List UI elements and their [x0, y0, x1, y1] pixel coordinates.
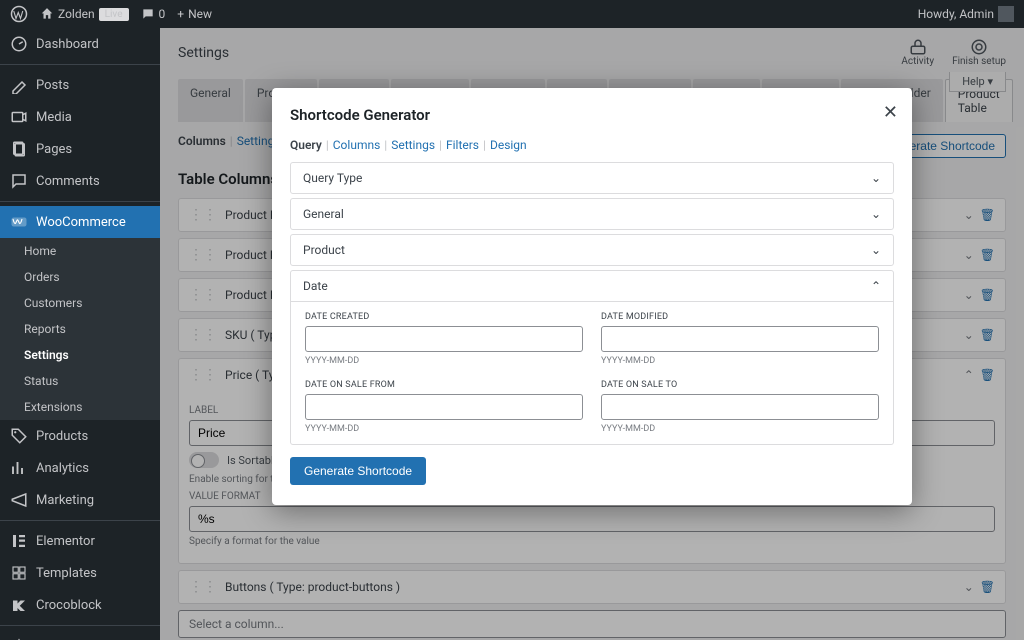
site-link[interactable]: ZoldenLive	[40, 7, 129, 21]
date-sale-to-hint: YYYY-MM-DD	[601, 424, 879, 434]
modal-tab-settings[interactable]: Settings	[391, 138, 435, 152]
menu-appearance[interactable]: Appearance	[0, 630, 160, 640]
chevron-down-icon: ⌄	[871, 207, 881, 221]
date-modified-label: DATE MODIFIED	[601, 312, 879, 322]
avatar	[998, 6, 1014, 22]
accordion-query-type[interactable]: Query Type⌄	[291, 163, 893, 193]
date-sale-from-hint: YYYY-MM-DD	[305, 424, 583, 434]
admin-bar: ZoldenLive 0 + New Howdy, Admin	[0, 0, 1024, 28]
date-modified-hint: YYYY-MM-DD	[601, 356, 879, 366]
menu-media[interactable]: Media	[0, 101, 160, 133]
live-badge: Live	[99, 8, 129, 21]
modal-generate-button[interactable]: Generate Shortcode	[290, 457, 426, 485]
menu-elementor[interactable]: Elementor	[0, 525, 160, 557]
menu-dashboard[interactable]: Dashboard	[0, 28, 160, 60]
modal-overlay[interactable]: ✕ Shortcode Generator Query| Columns| Se…	[160, 28, 1024, 640]
submenu-settings[interactable]: Settings	[0, 342, 160, 368]
menu-posts[interactable]: Posts	[0, 69, 160, 101]
date-sale-from-label: DATE ON SALE FROM	[305, 380, 583, 390]
howdy-link[interactable]: Howdy, Admin	[918, 6, 1014, 22]
date-created-hint: YYYY-MM-DD	[305, 356, 583, 366]
submenu-customers[interactable]: Customers	[0, 290, 160, 316]
new-link[interactable]: + New	[177, 7, 212, 21]
date-created-label: DATE CREATED	[305, 312, 583, 322]
menu-crocoblock[interactable]: Crocoblock	[0, 589, 160, 621]
accordion-general[interactable]: General⌄	[291, 199, 893, 229]
chevron-down-icon: ⌄	[871, 171, 881, 185]
menu-woocommerce[interactable]: WooCommerce	[0, 206, 160, 238]
comments-link[interactable]: 0	[141, 7, 166, 21]
modal-tab-query[interactable]: Query	[290, 138, 322, 152]
submenu-home[interactable]: Home	[0, 238, 160, 264]
accordion-product[interactable]: Product⌄	[291, 235, 893, 265]
menu-products[interactable]: Products	[0, 420, 160, 452]
submenu-orders[interactable]: Orders	[0, 264, 160, 290]
modal-title: Shortcode Generator	[290, 106, 894, 124]
admin-sidebar: Dashboard Posts Media Pages Comments Woo…	[0, 28, 160, 640]
modal-tab-columns[interactable]: Columns	[333, 138, 381, 152]
modal-tab-design[interactable]: Design	[490, 138, 527, 152]
modal-tab-filters[interactable]: Filters	[446, 138, 479, 152]
submenu-status[interactable]: Status	[0, 368, 160, 394]
date-sale-from-input[interactable]	[305, 394, 583, 420]
date-created-input[interactable]	[305, 326, 583, 352]
shortcode-modal: ✕ Shortcode Generator Query| Columns| Se…	[272, 88, 912, 505]
date-sale-to-label: DATE ON SALE TO	[601, 380, 879, 390]
menu-comments[interactable]: Comments	[0, 165, 160, 197]
menu-analytics[interactable]: Analytics	[0, 452, 160, 484]
menu-templates[interactable]: Templates	[0, 557, 160, 589]
chevron-down-icon: ⌄	[871, 243, 881, 257]
date-modified-input[interactable]	[601, 326, 879, 352]
submenu-extensions[interactable]: Extensions	[0, 394, 160, 420]
accordion-date[interactable]: Date⌃	[291, 271, 893, 301]
chevron-up-icon: ⌃	[871, 279, 881, 293]
menu-pages[interactable]: Pages	[0, 133, 160, 165]
wp-logo-icon[interactable]	[10, 5, 28, 23]
menu-marketing[interactable]: Marketing	[0, 484, 160, 516]
close-icon[interactable]: ✕	[883, 102, 898, 123]
date-sale-to-input[interactable]	[601, 394, 879, 420]
submenu-reports[interactable]: Reports	[0, 316, 160, 342]
